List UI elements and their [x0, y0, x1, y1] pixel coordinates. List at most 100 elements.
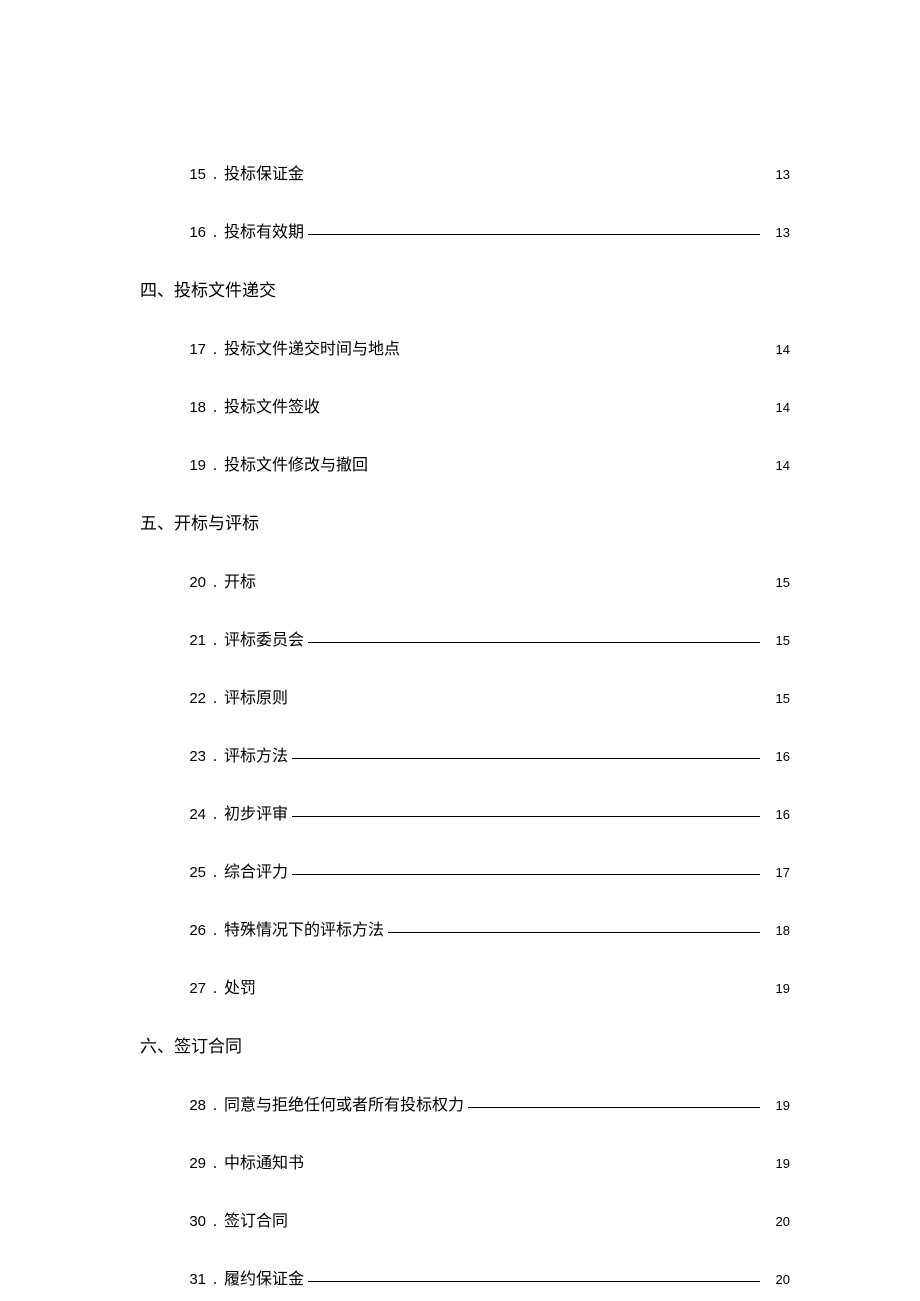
toc-leader — [304, 221, 762, 237]
toc-leader — [464, 1094, 762, 1110]
toc-entry: 27.处罚 19 — [140, 974, 790, 998]
toc-page-number: 13 — [762, 167, 790, 182]
toc-page-number: 16 — [762, 749, 790, 764]
toc-dot: . — [206, 1271, 224, 1289]
toc-leader — [304, 1268, 762, 1284]
toc-leader — [320, 396, 762, 412]
toc-page-number: 20 — [762, 1214, 790, 1229]
toc-number: 21 — [168, 632, 206, 649]
toc-entry: 19.投标文件修改与撤回 14 — [140, 451, 790, 475]
toc-page-number: 15 — [762, 575, 790, 590]
toc-number: 25 — [168, 864, 206, 881]
section-heading: 四、投标文件递交 — [140, 276, 790, 301]
toc-number: 31 — [168, 1271, 206, 1288]
toc-leader — [288, 687, 762, 703]
toc-title: 评标委员会 — [224, 626, 304, 650]
toc-dot: . — [206, 1155, 224, 1173]
toc-dot: . — [206, 980, 224, 998]
toc-title: 综合评力 — [224, 858, 288, 882]
toc-number: 27 — [168, 980, 206, 997]
toc-entry: 31.履约保证金 20 — [140, 1265, 790, 1289]
toc-entry: 17.投标文件递交时间与地点 14 — [140, 335, 790, 359]
toc-dot: . — [206, 341, 224, 359]
toc-entry: 20.开标 15 — [140, 568, 790, 592]
toc-number: 17 — [168, 341, 206, 358]
toc-page-number: 17 — [762, 865, 790, 880]
toc-entry: 22.评标原则 15 — [140, 684, 790, 708]
toc-dot: . — [206, 224, 224, 242]
toc-title: 同意与拒绝任何或者所有投标权力 — [224, 1091, 464, 1115]
toc-entry: 15.投标保证金 13 — [140, 160, 790, 184]
toc-page-number: 13 — [762, 225, 790, 240]
toc-number: 18 — [168, 399, 206, 416]
toc-leader — [256, 977, 762, 993]
toc-title: 投标文件递交时间与地点 — [224, 335, 400, 359]
toc-number: 19 — [168, 457, 206, 474]
toc-page-number: 15 — [762, 691, 790, 706]
toc-number: 28 — [168, 1097, 206, 1114]
toc-leader — [288, 803, 762, 819]
toc-number: 22 — [168, 690, 206, 707]
toc-dot: . — [206, 748, 224, 766]
toc-dot: . — [206, 399, 224, 417]
toc-dot: . — [206, 690, 224, 708]
toc-page: 15.投标保证金1316.投标有效期13四、投标文件递交17.投标文件递交时间与… — [0, 0, 920, 1289]
toc-title: 开标 — [224, 568, 256, 592]
toc-title: 投标文件签收 — [224, 393, 320, 417]
toc-page-number: 15 — [762, 633, 790, 648]
toc-entry: 21.评标委员会15 — [140, 626, 790, 650]
toc-leader — [256, 571, 762, 587]
toc-entry: 25.综合评力 17 — [140, 858, 790, 882]
toc-leader — [400, 338, 762, 354]
toc-dot: . — [206, 864, 224, 882]
toc-leader — [304, 1152, 762, 1168]
toc-title: 履约保证金 — [224, 1265, 304, 1289]
toc-page-number: 18 — [762, 923, 790, 938]
toc-number: 23 — [168, 748, 206, 765]
toc-title: 评标方法 — [224, 742, 288, 766]
toc-title: 中标通知书 — [224, 1149, 304, 1173]
toc-number: 26 — [168, 922, 206, 939]
toc-dot: . — [206, 922, 224, 940]
toc-dot: . — [206, 457, 224, 475]
toc-page-number: 19 — [762, 981, 790, 996]
toc-page-number: 14 — [762, 342, 790, 357]
section-heading: 五、开标与评标 — [140, 509, 790, 534]
toc-title: 处罚 — [224, 974, 256, 998]
toc-dot: . — [206, 574, 224, 592]
toc-number: 24 — [168, 806, 206, 823]
toc-entry: 28.同意与拒绝任何或者所有投标权力 19 — [140, 1091, 790, 1115]
toc-page-number: 19 — [762, 1156, 790, 1171]
toc-page-number: 14 — [762, 400, 790, 415]
toc-entry: 18.投标文件签收 14 — [140, 393, 790, 417]
toc-entry: 24.初步评审 16 — [140, 800, 790, 824]
toc-leader — [288, 1210, 762, 1226]
toc-title: 初步评审 — [224, 800, 288, 824]
toc-leader — [288, 745, 762, 761]
toc-number: 16 — [168, 224, 206, 241]
toc-page-number: 14 — [762, 458, 790, 473]
toc-leader — [304, 629, 762, 645]
toc-entry: 23.评标方法 16 — [140, 742, 790, 766]
toc-leader — [384, 919, 762, 935]
toc-title: 特殊情况下的评标方法 — [224, 916, 384, 940]
toc-number: 30 — [168, 1213, 206, 1230]
toc-dot: . — [206, 1097, 224, 1115]
toc-number: 15 — [168, 166, 206, 183]
toc-number: 20 — [168, 574, 206, 591]
toc-dot: . — [206, 806, 224, 824]
toc-entry: 30.签订合同 20 — [140, 1207, 790, 1231]
toc-entry: 16.投标有效期 13 — [140, 218, 790, 242]
toc-title: 投标文件修改与撤回 — [224, 451, 368, 475]
toc-leader — [288, 861, 762, 877]
toc-leader — [368, 454, 762, 470]
toc-page-number: 20 — [762, 1272, 790, 1287]
toc-dot: . — [206, 1213, 224, 1231]
toc-title: 评标原则 — [224, 684, 288, 708]
toc-title: 投标有效期 — [224, 218, 304, 242]
toc-page-number: 19 — [762, 1098, 790, 1113]
toc-page-number: 16 — [762, 807, 790, 822]
toc-title: 签订合同 — [224, 1207, 288, 1231]
toc-title: 投标保证金 — [224, 160, 304, 184]
toc-dot: . — [206, 166, 224, 184]
